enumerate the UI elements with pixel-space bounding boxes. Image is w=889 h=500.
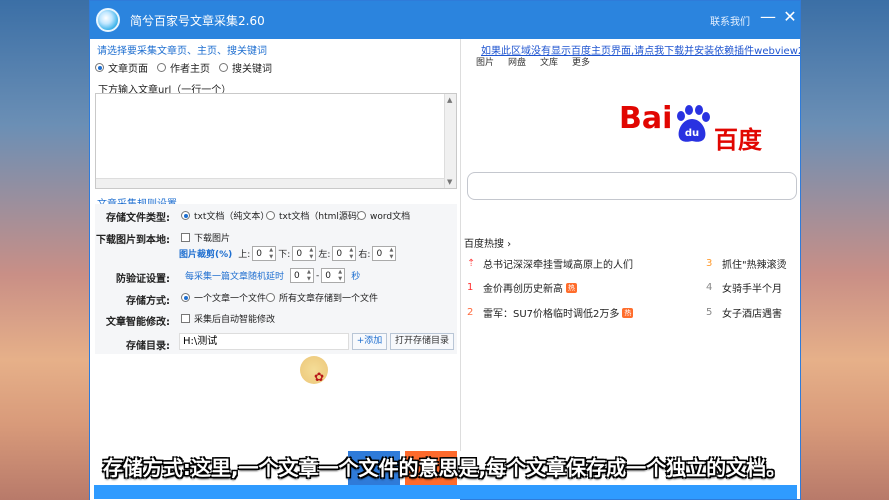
nav-netdisk[interactable]: 网盘 bbox=[508, 55, 526, 68]
hot-badge: 热 bbox=[622, 307, 634, 318]
settings-panel: 请选择要采集文章页、主页、搜关键词 文章页面 作者主页 搜关键词 下方输入文章u… bbox=[90, 39, 460, 500]
crop-label: 图片裁剪(%) bbox=[179, 250, 233, 260]
radio-selected-icon bbox=[181, 293, 190, 302]
radio-selected-icon bbox=[95, 63, 104, 72]
hot-item[interactable]: 5 女子酒店遇害 bbox=[706, 305, 782, 320]
crop-bottom-spinner[interactable]: 0 bbox=[292, 246, 317, 261]
folder-label: 存储目录: bbox=[126, 341, 170, 352]
nav-more[interactable]: 更多 bbox=[572, 55, 590, 68]
nav-images[interactable]: 图片 bbox=[476, 55, 494, 68]
radio-all-in-one-file[interactable]: 所有文章存储到一个文件 bbox=[266, 291, 378, 304]
delay-separator: - bbox=[316, 270, 320, 281]
app-logo-icon bbox=[96, 8, 120, 32]
rose-cursor-icon: ✿ bbox=[314, 370, 325, 384]
crop-settings-row: 图片裁剪(%) 上: 0 下: 0 左: 0 右: 0 bbox=[179, 246, 398, 261]
title-bar[interactable]: 简兮百家号文章采集2.60 联系我们 — ✕ bbox=[90, 1, 800, 39]
scroll-up-icon[interactable]: ▲ bbox=[447, 96, 452, 104]
radio-icon bbox=[266, 293, 275, 302]
save-type-label: 存储文件类型: bbox=[106, 213, 170, 224]
status-bar bbox=[94, 485, 797, 499]
contact-us-link[interactable]: 联系我们 bbox=[710, 13, 750, 28]
radio-txt-html[interactable]: txt文档（html源码） bbox=[266, 209, 366, 222]
radio-icon bbox=[157, 63, 166, 72]
collect-type-title: 请选择要采集文章页、主页、搜关键词 bbox=[97, 46, 267, 57]
crop-left-label: 左: bbox=[318, 250, 331, 260]
baidu-paw-icon: du bbox=[677, 105, 710, 142]
baidu-nav: 图片 网盘 文库 更多 bbox=[476, 55, 590, 68]
nav-wenku[interactable]: 文库 bbox=[540, 55, 558, 68]
baidu-logo-text: Bai bbox=[619, 101, 673, 136]
hot-item[interactable]: 3 抓住"热辣滚烫 bbox=[706, 256, 787, 271]
url-horizontal-scrollbar[interactable] bbox=[96, 178, 444, 188]
radio-selected-icon bbox=[181, 211, 190, 220]
baidu-logo-cn: 百度 bbox=[714, 126, 762, 154]
storage-mode-label: 存储方式: bbox=[126, 296, 170, 307]
radio-icon bbox=[219, 63, 228, 72]
hot-item[interactable]: 2 雷军：SU7价格临时调低2万多 热 bbox=[467, 305, 634, 320]
radio-txt-plain[interactable]: txt文档（纯文本） bbox=[181, 209, 269, 222]
anti-verify-text: 每采集一篇文章随机延时 bbox=[185, 272, 285, 282]
add-folder-button[interactable]: +添加 bbox=[352, 333, 387, 350]
radio-article-page[interactable]: 文章页面 bbox=[95, 60, 148, 75]
url-textarea[interactable]: ▲ ▼ bbox=[95, 93, 457, 189]
radio-search-keyword[interactable]: 搜关键词 bbox=[219, 60, 272, 75]
radio-author-home[interactable]: 作者主页 bbox=[157, 60, 210, 75]
hot-item[interactable]: 1 金价再创历史新高 热 bbox=[467, 280, 577, 295]
delay-min-spinner[interactable]: 0 bbox=[290, 268, 315, 283]
crop-top-spinner[interactable]: 0 bbox=[252, 246, 277, 261]
baidu-hot-title[interactable]: 百度热搜 › bbox=[464, 235, 511, 250]
smart-edit-checkbox[interactable]: 采集后自动智能修改 bbox=[181, 312, 275, 325]
app-title: 简兮百家号文章采集2.60 bbox=[130, 14, 265, 28]
url-vertical-scrollbar[interactable]: ▲ ▼ bbox=[444, 94, 456, 188]
crop-left-spinner[interactable]: 0 bbox=[332, 246, 357, 261]
delay-max-spinner[interactable]: 0 bbox=[321, 268, 346, 283]
baidu-search-input[interactable] bbox=[467, 172, 797, 200]
radio-icon bbox=[266, 211, 275, 220]
scroll-down-icon[interactable]: ▼ bbox=[447, 178, 452, 186]
anti-verify-label: 防验证设置: bbox=[116, 274, 170, 285]
anti-verify-row: 每采集一篇文章随机延时 0 - 0 秒 bbox=[185, 268, 360, 283]
crop-right-spinner[interactable]: 0 bbox=[372, 246, 397, 261]
baidu-du-text: du bbox=[685, 128, 699, 139]
crop-top-label: 上: bbox=[238, 250, 251, 260]
minimize-button[interactable]: — bbox=[758, 7, 778, 26]
radio-one-file-per-article[interactable]: 一个文章一个文件 bbox=[181, 291, 266, 304]
hot-item[interactable]: 4 女骑手半个月 bbox=[706, 280, 782, 295]
open-folder-button[interactable]: 打开存储目录 bbox=[390, 333, 454, 350]
app-window: 简兮百家号文章采集2.60 联系我们 — ✕ 请选择要采集文章页、主页、搜关键词… bbox=[89, 0, 801, 500]
folder-path-input[interactable]: H:\测试 bbox=[179, 333, 349, 350]
radio-word[interactable]: word文档 bbox=[357, 209, 410, 222]
download-images-label: 下载图片到本地: bbox=[96, 235, 170, 246]
checkbox-icon bbox=[181, 233, 190, 242]
radio-icon bbox=[357, 211, 366, 220]
video-subtitle: 存储方式:这里,一个文章一个文件的意思是,每个文章保存成一个独立的文档。 bbox=[102, 456, 787, 480]
download-images-checkbox[interactable]: 下载图片 bbox=[181, 231, 230, 244]
hot-item[interactable]: ⇡ 总书记深深牵挂雪域高原上的人们 bbox=[467, 256, 633, 271]
browser-panel: 如果此区域没有显示百度主页界面,请点我下载并安装依赖插件webview2, 图片… bbox=[460, 39, 800, 451]
crop-right-label: 右: bbox=[358, 250, 371, 260]
hot-badge: 热 bbox=[566, 282, 577, 293]
delay-unit: 秒 bbox=[351, 272, 361, 282]
close-button[interactable]: ✕ bbox=[780, 7, 800, 26]
checkbox-icon bbox=[181, 314, 190, 323]
crop-bottom-label: 下: bbox=[278, 250, 291, 260]
smart-edit-label: 文章智能修改: bbox=[106, 317, 170, 328]
